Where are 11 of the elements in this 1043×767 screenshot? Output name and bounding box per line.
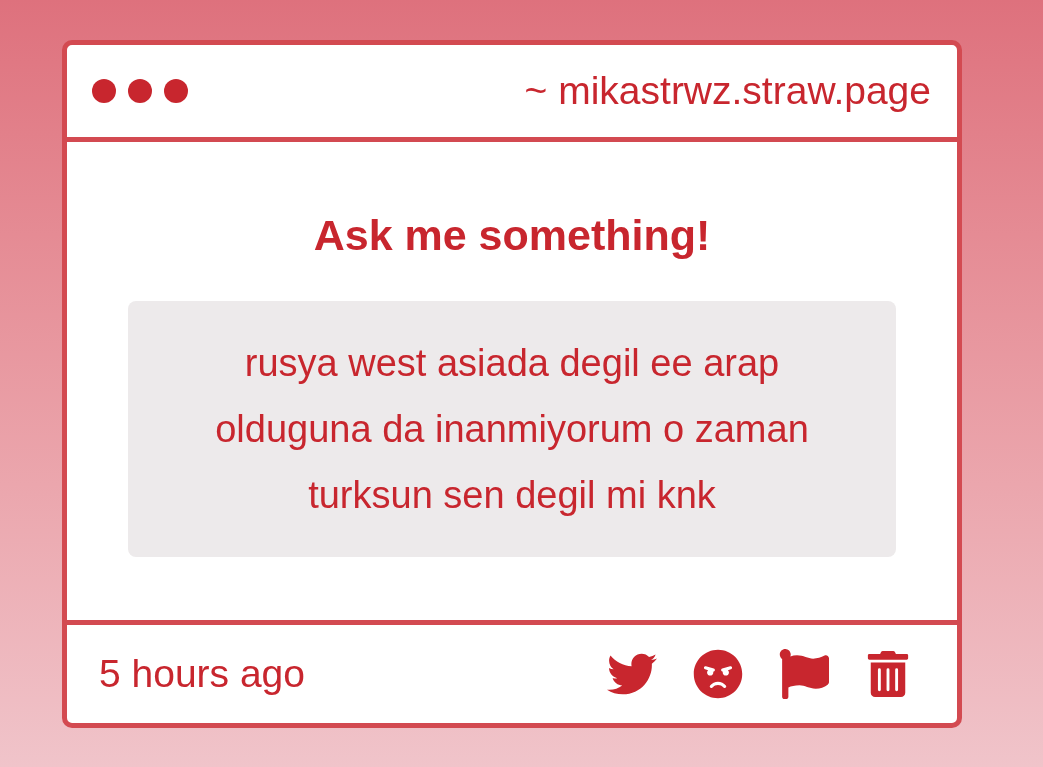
timestamp: 5 hours ago xyxy=(99,651,305,697)
delete-button[interactable] xyxy=(865,651,911,697)
trash-icon xyxy=(865,651,911,697)
flag-icon xyxy=(779,649,829,699)
three-dots-icon xyxy=(92,79,188,103)
page-url: ~ mikastrwz.straw.page xyxy=(524,68,931,114)
heading: Ask me something! xyxy=(313,210,711,260)
report-button[interactable] xyxy=(779,649,829,699)
angry-reaction-button[interactable] xyxy=(693,649,743,699)
question-text: rusya west asiada degil ee arap olduguna da inanmiyorum o zaman turksun sen degil mi knk xyxy=(214,341,810,518)
angry-face-icon xyxy=(693,649,743,699)
